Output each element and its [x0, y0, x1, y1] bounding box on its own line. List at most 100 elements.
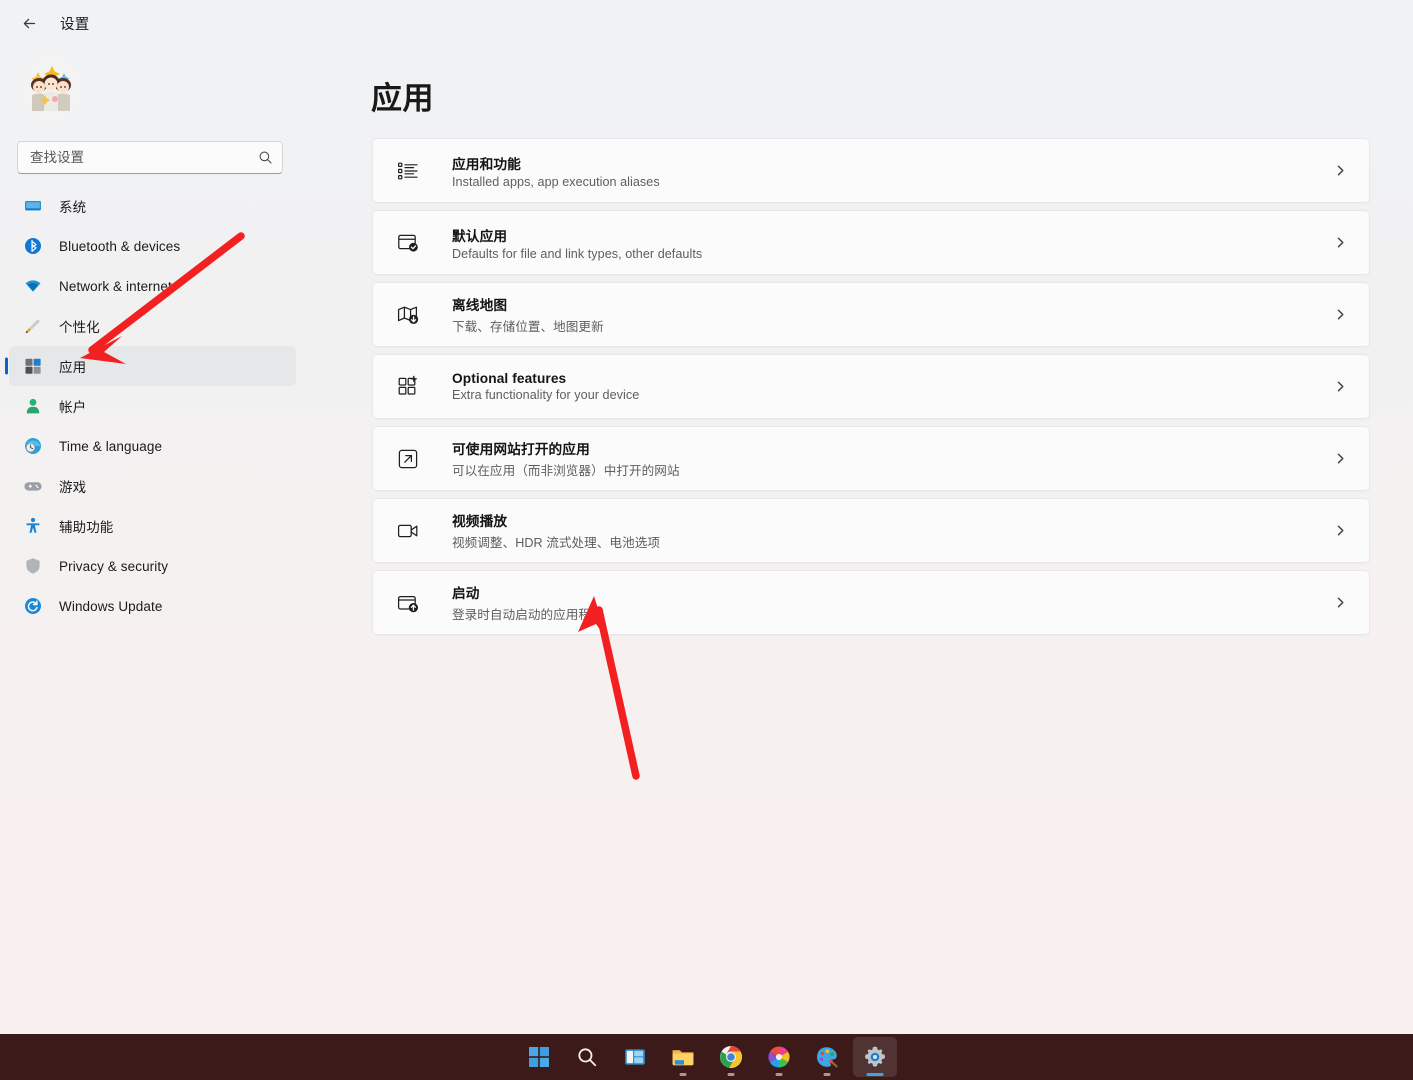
card-apps-and-features[interactable]: 应用和功能 Installed apps, app execution alia… — [372, 138, 1370, 203]
sidebar-item-apps[interactable]: 应用 — [9, 346, 296, 386]
search-icon — [258, 150, 273, 165]
running-indicator — [727, 1073, 734, 1076]
card-video-playback[interactable]: 视频播放 视频调整、HDR 流式处理、电池选项 — [372, 498, 1370, 563]
sidebar-item-accounts[interactable]: 帐户 — [9, 386, 296, 426]
card-subtitle: Defaults for file and link types, other … — [452, 247, 1334, 261]
sidebar-item-label: 个性化 — [59, 316, 100, 336]
taskbar — [0, 1034, 1413, 1080]
paint-app[interactable] — [805, 1037, 849, 1077]
sidebar-item-network-internet[interactable]: Network & internet — [9, 266, 296, 306]
system-monitor-icon — [23, 197, 42, 216]
sidebar-item-accessibility[interactable]: 辅助功能 — [9, 506, 296, 546]
card-text: 默认应用 Defaults for file and link types, o… — [452, 225, 1334, 261]
file-explorer[interactable] — [661, 1037, 705, 1077]
search-settings-container — [17, 141, 283, 174]
chevron-right-icon — [1334, 452, 1347, 465]
default-apps-check-icon — [393, 231, 423, 255]
account-person-icon — [23, 397, 42, 416]
chevron-right-icon — [1334, 596, 1347, 609]
sidebar-item-label: Privacy & security — [59, 559, 168, 574]
card-title: 可使用网站打开的应用 — [452, 438, 1334, 458]
personalization-brush-icon — [23, 317, 42, 336]
apps-for-websites-external-link-icon — [393, 447, 423, 471]
bluetooth-icon — [23, 237, 42, 256]
card-offline-maps[interactable]: 离线地图 下载、存储位置、地图更新 — [372, 282, 1370, 347]
sidebar-item-label: 帐户 — [59, 396, 86, 416]
start-button[interactable] — [517, 1037, 561, 1077]
apps-grid-icon — [23, 357, 42, 376]
sidebar-item-label: 游戏 — [59, 476, 86, 496]
running-indicator — [823, 1073, 830, 1076]
card-apps-for-websites[interactable]: 可使用网站打开的应用 可以在应用（而非浏览器）中打开的网站 — [372, 426, 1370, 491]
offline-map-download-icon — [393, 303, 423, 327]
accessibility-person-icon — [23, 517, 42, 536]
card-text: 可使用网站打开的应用 可以在应用（而非浏览器）中打开的网站 — [452, 438, 1334, 479]
card-subtitle: Extra functionality for your device — [452, 388, 1334, 402]
sidebar-item-label: Bluetooth & devices — [59, 239, 180, 254]
settings-card-list: 应用和功能 Installed apps, app execution alia… — [372, 138, 1370, 635]
card-text: 离线地图 下载、存储位置、地图更新 — [452, 294, 1334, 335]
card-subtitle: 登录时自动启动的应用程序 — [452, 604, 1334, 623]
chevron-right-icon — [1334, 236, 1347, 249]
search-box[interactable] — [17, 141, 283, 174]
app-list-icon — [393, 159, 423, 183]
sidebar-nav: 系统 Bluetooth & devices — [0, 186, 305, 626]
chevron-right-icon — [1334, 380, 1347, 393]
gamepad-icon — [23, 477, 42, 496]
sidebar-item-label: Time & language — [59, 439, 162, 454]
active-indicator — [866, 1073, 883, 1076]
sidebar-item-label: 系统 — [59, 196, 86, 216]
sidebar-item-system[interactable]: 系统 — [9, 186, 296, 226]
card-title: 视频播放 — [452, 510, 1334, 530]
sidebar: 系统 Bluetooth & devices — [0, 46, 305, 1034]
card-subtitle: 可以在应用（而非浏览器）中打开的网站 — [452, 460, 1334, 479]
startup-apps-icon — [393, 591, 423, 615]
sidebar-item-label: Network & internet — [59, 279, 172, 294]
search-taskbar[interactable] — [565, 1037, 609, 1077]
settings-app[interactable] — [853, 1037, 897, 1077]
card-startup[interactable]: 启动 登录时自动启动的应用程序 — [372, 570, 1370, 635]
chevron-right-icon — [1334, 524, 1347, 537]
card-text: 视频播放 视频调整、HDR 流式处理、电池选项 — [452, 510, 1334, 551]
user-avatar-illustration[interactable] — [18, 55, 84, 121]
video-playback-camera-icon — [393, 519, 423, 543]
sidebar-item-windows-update[interactable]: Windows Update — [9, 586, 296, 626]
shield-icon — [23, 557, 42, 576]
back-arrow-icon[interactable] — [14, 8, 44, 38]
wifi-icon — [23, 277, 42, 296]
sidebar-item-label: 应用 — [59, 356, 86, 376]
sidebar-item-gaming[interactable]: 游戏 — [9, 466, 296, 506]
search-input[interactable] — [30, 150, 258, 165]
app-title: 设置 — [60, 13, 89, 34]
task-view-button[interactable] — [613, 1037, 657, 1077]
card-optional-features[interactable]: Optional features Extra functionality fo… — [372, 354, 1370, 419]
sidebar-item-label: Windows Update — [59, 599, 162, 614]
card-default-apps[interactable]: 默认应用 Defaults for file and link types, o… — [372, 210, 1370, 275]
chevron-right-icon — [1334, 164, 1347, 177]
sidebar-item-personalization[interactable]: 个性化 — [9, 306, 296, 346]
360-browser[interactable] — [757, 1037, 801, 1077]
card-title: 应用和功能 — [452, 153, 1334, 173]
optional-features-grid-plus-icon — [393, 375, 423, 399]
card-title: 默认应用 — [452, 225, 1334, 245]
sidebar-item-privacy-security[interactable]: Privacy & security — [9, 546, 296, 586]
card-title: 离线地图 — [452, 294, 1334, 314]
main-content: 应用 应用和功能 — [305, 46, 1413, 1034]
card-title: Optional features — [452, 371, 1334, 386]
chevron-right-icon — [1334, 308, 1347, 321]
card-text: 启动 登录时自动启动的应用程序 — [452, 582, 1334, 623]
card-text: 应用和功能 Installed apps, app execution alia… — [452, 153, 1334, 189]
sidebar-item-time-language[interactable]: Time & language — [9, 426, 296, 466]
sidebar-item-bluetooth-devices[interactable]: Bluetooth & devices — [9, 226, 296, 266]
settings-window: 设置 — [0, 0, 1413, 1080]
running-indicator — [679, 1073, 686, 1076]
card-title: 启动 — [452, 582, 1334, 602]
card-subtitle: 下载、存储位置、地图更新 — [452, 316, 1334, 335]
window-titlebar: 设置 — [0, 0, 1413, 46]
update-refresh-icon — [23, 597, 42, 616]
running-indicator — [775, 1073, 782, 1076]
google-chrome[interactable] — [709, 1037, 753, 1077]
card-subtitle: 视频调整、HDR 流式处理、电池选项 — [452, 532, 1334, 551]
card-subtitle: Installed apps, app execution aliases — [452, 175, 1334, 189]
clock-globe-icon — [23, 437, 42, 456]
